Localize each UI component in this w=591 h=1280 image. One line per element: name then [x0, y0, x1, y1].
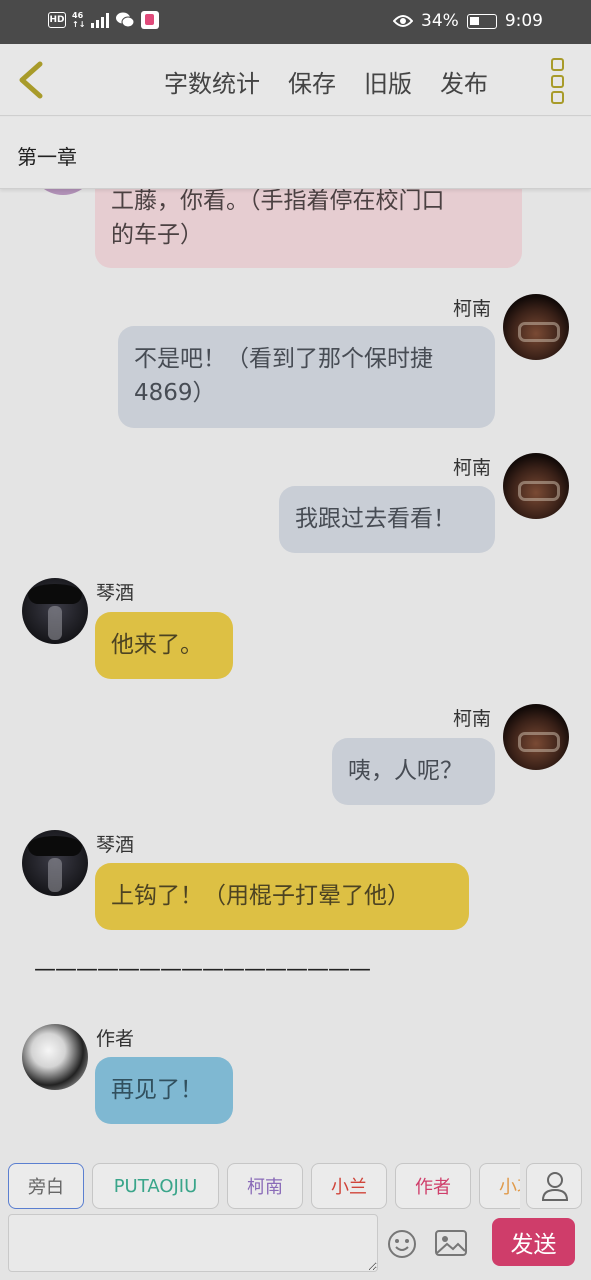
status-bar: HD 46 ↑↓ 34% 9:09: [0, 0, 591, 44]
message-bubble[interactable]: 不是吧！（看到了那个保时捷 4869）: [118, 326, 495, 428]
speaker-name: 柯南: [453, 298, 492, 320]
chapter-title: 第一章: [17, 145, 77, 169]
message-bubble[interactable]: 咦，人呢？: [332, 738, 495, 805]
speaker-name: 琴酒: [96, 834, 135, 856]
role-chip-conan[interactable]: 柯南: [227, 1163, 303, 1209]
role-chip-putaojiu[interactable]: PUTAOJIU: [92, 1163, 219, 1209]
back-arrow-icon[interactable]: [12, 58, 52, 102]
clock: 9:09: [504, 11, 543, 31]
avatar[interactable]: [503, 453, 569, 519]
status-left: HD 46 ↑↓: [48, 11, 160, 29]
emoji-icon[interactable]: [386, 1228, 418, 1260]
speaker-name: 柯南: [453, 708, 492, 730]
toolbar-actions: 字数统计 保存 旧版 发布: [164, 64, 488, 99]
role-chip-ai[interactable]: 小哀: [479, 1163, 520, 1209]
battery-percent: 34%: [421, 11, 459, 31]
hd-icon: HD: [48, 12, 66, 28]
avatar[interactable]: [22, 578, 88, 644]
speaker-name: 柯南: [453, 457, 492, 479]
role-manager-button[interactable]: [526, 1163, 582, 1209]
image-icon[interactable]: [434, 1228, 468, 1258]
chat-area[interactable]: 工藤，你看。（手指着停在校门口 的车子） 柯南 不是吧！（看到了那个保时捷 48…: [0, 189, 591, 1144]
message-bubble[interactable]: 他来了。: [95, 612, 233, 679]
role-chip-narration[interactable]: 旁白: [8, 1163, 84, 1209]
message-bubble[interactable]: 工藤，你看。（手指着停在校门口 的车子）: [95, 189, 522, 268]
message-input[interactable]: [8, 1214, 378, 1272]
wechat-icon: [116, 12, 135, 28]
editor-toolbar: 字数统计 保存 旧版 发布: [0, 44, 591, 116]
avatar[interactable]: [22, 1024, 88, 1090]
speaker-name: 作者: [96, 1028, 135, 1050]
word-count-button[interactable]: 字数统计: [164, 64, 260, 99]
avatar[interactable]: [22, 830, 88, 896]
battery-icon: [466, 13, 497, 29]
avatar[interactable]: [503, 294, 569, 360]
publish-button[interactable]: 发布: [440, 64, 488, 99]
user-icon: [541, 1172, 569, 1201]
role-selector: 旁白 PUTAOJIU 柯南 小兰 作者 小哀: [0, 1153, 520, 1213]
message-bubble[interactable]: 我跟过去看看！: [279, 486, 495, 553]
message-bubble[interactable]: 再见了！: [95, 1057, 233, 1124]
message-bubble[interactable]: 上钩了！（用棍子打晕了他）: [95, 863, 469, 930]
eye-icon: [393, 15, 414, 27]
role-chip-author[interactable]: 作者: [395, 1163, 471, 1209]
chapter-header[interactable]: 第一章: [0, 117, 591, 189]
avatar[interactable]: [30, 189, 96, 195]
app-notification-icon: [141, 11, 160, 29]
save-button[interactable]: 保存: [288, 64, 336, 99]
status-right: 34% 9:09: [393, 11, 543, 31]
scene-divider: ————————————————: [34, 957, 371, 982]
avatar[interactable]: [503, 704, 569, 770]
role-chip-ran[interactable]: 小兰: [311, 1163, 387, 1209]
old-version-button[interactable]: 旧版: [364, 64, 412, 99]
network-type: 46 ↑↓: [72, 11, 86, 29]
signal-icon: [91, 12, 110, 28]
send-button[interactable]: 发送: [492, 1218, 575, 1266]
speaker-name: 琴酒: [96, 582, 135, 604]
more-menu-icon[interactable]: [551, 58, 565, 104]
